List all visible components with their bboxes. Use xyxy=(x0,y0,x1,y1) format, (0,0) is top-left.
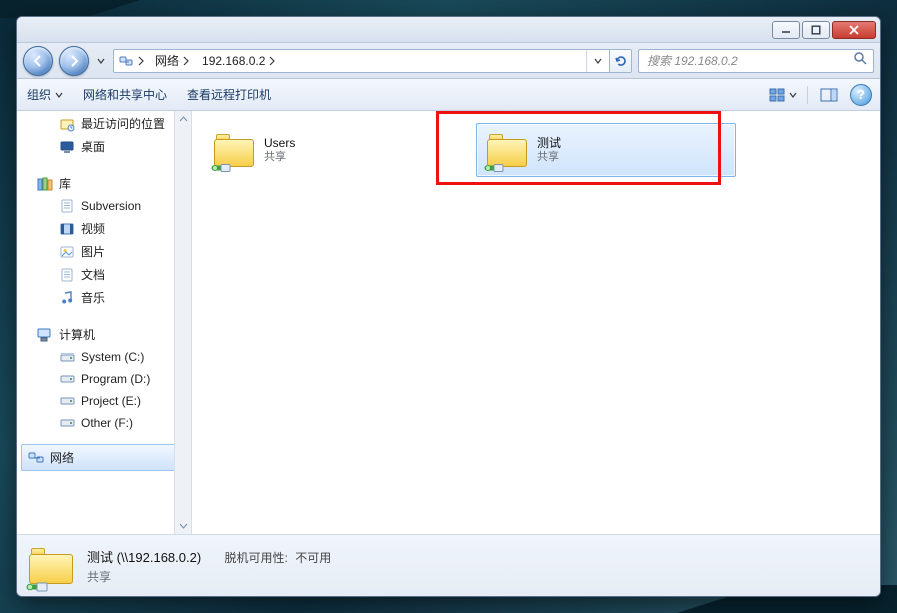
search-box[interactable] xyxy=(638,49,874,73)
tree-label: Subversion xyxy=(81,199,141,213)
body: 最近访问的位置 桌面 库 Subversion 视频 xyxy=(17,111,880,534)
breadcrumb-network[interactable]: 网络 xyxy=(149,50,196,72)
tree-item-subversion[interactable]: Subversion xyxy=(17,195,191,217)
drive-icon xyxy=(59,415,75,431)
shared-folder-icon xyxy=(29,544,73,588)
details-status-label: 脱机可用性: xyxy=(225,551,288,565)
scroll-up-button[interactable] xyxy=(175,111,191,128)
nav-history-dropdown[interactable] xyxy=(95,57,107,65)
drive-icon xyxy=(59,393,75,409)
maximize-button[interactable] xyxy=(802,21,830,39)
nav-tree: 最近访问的位置 桌面 库 Subversion 视频 xyxy=(17,111,192,534)
share-item-test[interactable]: 测试 共享 xyxy=(476,123,736,177)
network-icon xyxy=(28,450,44,466)
tree-label: Other (F:) xyxy=(81,416,133,430)
breadcrumb-label: 网络 xyxy=(155,52,179,69)
cmd-label: 组织 xyxy=(27,86,51,103)
address-bar[interactable]: 网络 192.168.0.2 xyxy=(113,49,632,73)
recent-icon xyxy=(59,116,75,132)
documents-icon xyxy=(59,267,75,283)
tree-label: 文档 xyxy=(81,266,105,283)
tree-item-network[interactable]: 网络 xyxy=(21,444,187,471)
organize-menu[interactable]: 组织 xyxy=(25,82,65,107)
divider xyxy=(807,86,808,104)
computer-icon xyxy=(37,327,53,343)
back-button[interactable] xyxy=(23,46,53,76)
details-status-value: 不可用 xyxy=(295,551,331,565)
titlebar xyxy=(17,17,880,43)
tree-label: Project (E:) xyxy=(81,394,141,408)
tree-item-drive-c[interactable]: System (C:) xyxy=(17,346,191,368)
tree-item-pictures[interactable]: 图片 xyxy=(17,240,191,263)
network-icon xyxy=(118,53,134,69)
close-button[interactable] xyxy=(832,21,876,39)
breadcrumb-label: 192.168.0.2 xyxy=(202,54,265,68)
tree-label: 桌面 xyxy=(81,138,105,155)
share-item-users[interactable]: Users 共享 xyxy=(204,123,464,177)
help-button[interactable]: ? xyxy=(850,84,872,106)
tree-label: 库 xyxy=(59,175,71,192)
shared-folder-icon xyxy=(487,130,527,170)
sidebar-scrollbar[interactable] xyxy=(174,111,191,534)
tree-item-recent[interactable]: 最近访问的位置 xyxy=(17,112,191,135)
navigation-toolbar: 网络 192.168.0.2 xyxy=(17,43,880,79)
minimize-button[interactable] xyxy=(772,21,800,39)
tree-item-drive-d[interactable]: Program (D:) xyxy=(17,368,191,390)
details-title: 测试 (\\192.168.0.2) xyxy=(87,550,201,565)
document-icon xyxy=(59,198,75,214)
tree-label: System (C:) xyxy=(81,350,144,364)
file-subtitle: 共享 xyxy=(537,151,561,165)
search-input[interactable] xyxy=(645,53,847,69)
command-bar: 组织 网络和共享中心 查看远程打印机 ? xyxy=(17,79,880,111)
tree-label: 视频 xyxy=(81,220,105,237)
pictures-icon xyxy=(59,244,75,260)
window-controls xyxy=(772,21,876,39)
file-name: 测试 xyxy=(537,136,561,151)
libraries-icon xyxy=(37,176,53,192)
tree-item-computer[interactable]: 计算机 xyxy=(17,323,191,346)
music-icon xyxy=(59,290,75,306)
explorer-window: 网络 192.168.0.2 xyxy=(16,16,881,597)
tree-label: 计算机 xyxy=(59,326,95,343)
videos-icon xyxy=(59,221,75,237)
tree-item-libraries[interactable]: 库 xyxy=(17,172,191,195)
address-dropdown-button[interactable] xyxy=(587,50,609,72)
details-pane: 测试 (\\192.168.0.2) 脱机可用性: 不可用 共享 xyxy=(17,534,880,596)
search-icon xyxy=(853,51,867,70)
tree-item-desktop[interactable]: 桌面 xyxy=(17,135,191,158)
desktop-icon xyxy=(59,139,75,155)
refresh-button[interactable] xyxy=(609,50,631,72)
drive-icon xyxy=(59,349,75,365)
breadcrumb-root-icon[interactable] xyxy=(114,50,149,72)
cmd-label: 查看远程打印机 xyxy=(187,86,271,103)
tree-item-documents[interactable]: 文档 xyxy=(17,263,191,286)
content-pane[interactable]: Users 共享 测试 共享 xyxy=(192,111,880,534)
tree-label: 最近访问的位置 xyxy=(81,115,165,132)
view-remote-printers-button[interactable]: 查看远程打印机 xyxy=(185,82,273,107)
scroll-down-button[interactable] xyxy=(175,517,191,534)
tree-label: 图片 xyxy=(81,243,105,260)
tree-item-videos[interactable]: 视频 xyxy=(17,217,191,240)
breadcrumb-host[interactable]: 192.168.0.2 xyxy=(196,50,282,72)
tree-label: 音乐 xyxy=(81,289,105,306)
drive-icon xyxy=(59,371,75,387)
tree-item-drive-e[interactable]: Project (E:) xyxy=(17,390,191,412)
tree-item-drive-f[interactable]: Other (F:) xyxy=(17,412,191,434)
tree-label: 网络 xyxy=(50,449,74,466)
view-mode-dropdown[interactable] xyxy=(769,88,797,102)
tree-item-music[interactable]: 音乐 xyxy=(17,286,191,309)
file-subtitle: 共享 xyxy=(264,151,295,165)
file-name: Users xyxy=(264,136,295,151)
preview-pane-toggle[interactable] xyxy=(818,84,840,106)
shared-folder-icon xyxy=(214,130,254,170)
cmd-label: 网络和共享中心 xyxy=(83,86,167,103)
network-sharing-center-button[interactable]: 网络和共享中心 xyxy=(81,82,169,107)
forward-button[interactable] xyxy=(59,46,89,76)
tree-label: Program (D:) xyxy=(81,372,150,386)
details-subtitle: 共享 xyxy=(87,568,331,585)
